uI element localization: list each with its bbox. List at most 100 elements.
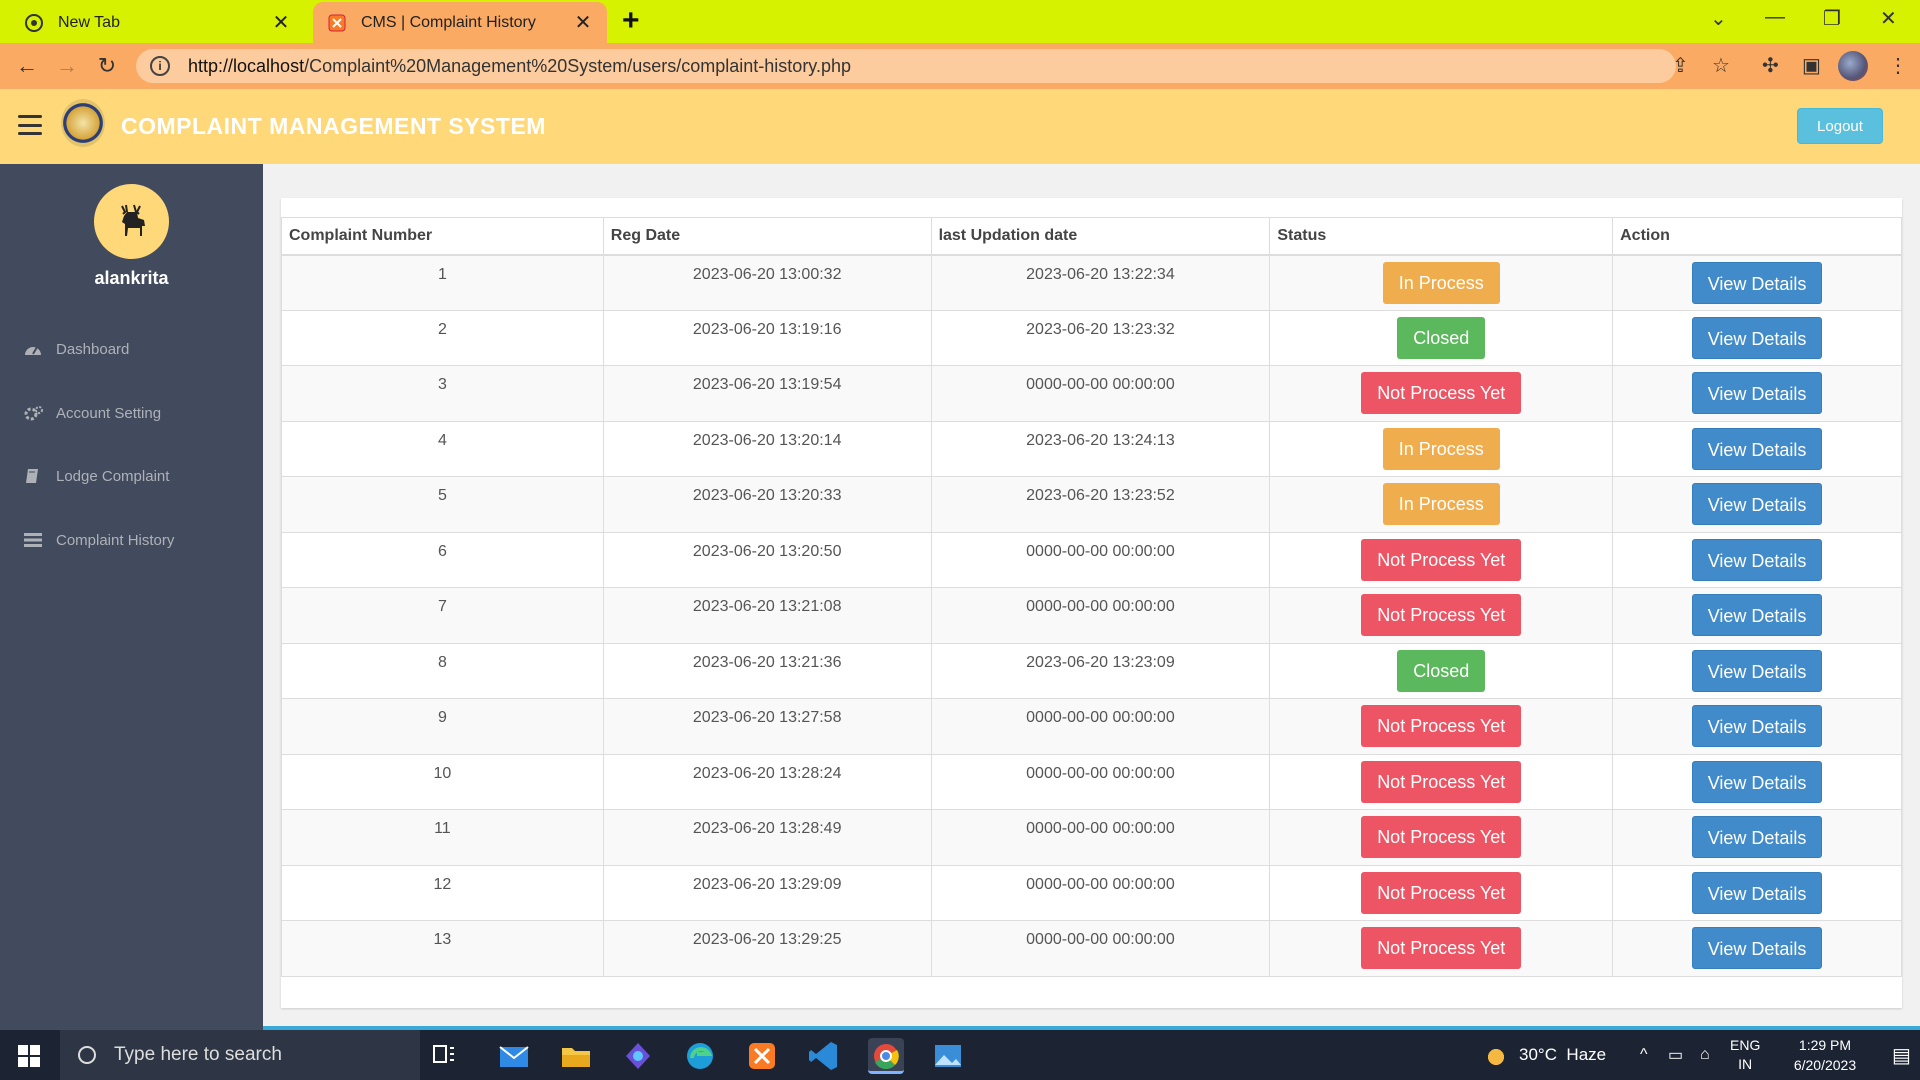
sidebar-item-account-setting[interactable]: Account Setting	[24, 398, 161, 428]
view-details-button[interactable]: View Details	[1691, 427, 1823, 470]
view-details-button[interactable]: View Details	[1691, 372, 1823, 415]
network-icon[interactable]: ⌂	[1700, 1030, 1710, 1080]
xampp-taskbar-icon[interactable]	[744, 1038, 780, 1074]
mail-icon[interactable]	[496, 1038, 532, 1074]
reg-date: 2023-06-20 13:21:08	[602, 587, 932, 644]
sidebar-item-label: Complaint History	[56, 531, 175, 549]
complaint-history-panel: Complaint Number Reg Date last Updation …	[281, 198, 1902, 1008]
view-details-button[interactable]: View Details	[1691, 705, 1823, 748]
last-updation-date: 0000-00-00 00:00:00	[930, 864, 1271, 921]
view-details-button[interactable]: View Details	[1691, 538, 1823, 581]
sidebar-toggle-icon[interactable]	[18, 115, 42, 135]
view-details-button[interactable]: View Details	[1691, 594, 1823, 637]
minimize-icon[interactable]: —	[1765, 6, 1785, 29]
site-info-icon[interactable]: i	[150, 56, 170, 76]
avatar	[94, 184, 169, 259]
back-arrow-icon[interactable]: ←	[14, 53, 40, 79]
close-icon[interactable]: ✕	[271, 10, 291, 35]
language-indicator[interactable]: ENG IN	[1730, 1030, 1760, 1080]
status-cell: Not Process Yet	[1269, 809, 1614, 866]
table-row: 5 2023-06-20 13:20:33 2023-06-20 13:23:52 I…	[281, 476, 1902, 533]
action-cell: View Details	[1612, 642, 1902, 699]
weather-text: 30°C Haze	[1519, 1045, 1607, 1064]
last-updation-date: 0000-00-00 00:00:00	[930, 365, 1271, 422]
window-close-icon[interactable]: ✕	[1880, 6, 1897, 31]
battery-icon[interactable]: ▭	[1668, 1030, 1683, 1080]
complaint-number: 1	[281, 254, 604, 311]
url-path: /Complaint%20Management%20System/users/c…	[304, 55, 852, 76]
last-updation-date: 0000-00-00 00:00:00	[930, 587, 1271, 644]
logout-button[interactable]: Logout	[1797, 108, 1883, 144]
complaint-number: 3	[281, 365, 604, 422]
browser-tab-strip: New Tab ✕ CMS | Complaint History ✕ + ⌄ …	[0, 0, 1920, 43]
edge-icon[interactable]	[682, 1038, 718, 1074]
taskbar-search-input[interactable]: Type here to search	[60, 1030, 420, 1080]
file-explorer-icon[interactable]	[558, 1038, 594, 1074]
extensions-puzzle-icon[interactable]: ✣	[1762, 53, 1779, 78]
forward-arrow-icon[interactable]: →	[54, 53, 80, 79]
region-code: IN	[1738, 1056, 1753, 1072]
last-updation-date: 0000-00-00 00:00:00	[930, 809, 1271, 866]
tab-complaint-history[interactable]: CMS | Complaint History ✕	[313, 2, 607, 43]
action-cell: View Details	[1612, 920, 1902, 977]
action-cell: View Details	[1612, 476, 1902, 533]
restore-icon[interactable]: ❐	[1823, 6, 1841, 31]
status-badge: Closed	[1397, 649, 1486, 692]
close-icon[interactable]: ✕	[573, 10, 593, 35]
view-details-button[interactable]: View Details	[1691, 316, 1823, 359]
column-header: Reg Date	[602, 217, 932, 256]
weather-widget[interactable]: 30°C Haze	[1483, 1030, 1606, 1080]
status-cell: Not Process Yet	[1269, 365, 1614, 422]
bookmark-star-icon[interactable]: ☆	[1712, 53, 1730, 78]
copilot-icon[interactable]	[620, 1038, 656, 1074]
view-details-button[interactable]: View Details	[1691, 649, 1823, 692]
address-bar[interactable]: i http://localhost/Complaint%20Managemen…	[136, 49, 1676, 83]
profile-avatar[interactable]	[1838, 51, 1868, 81]
reload-icon[interactable]: ↻	[94, 53, 120, 79]
side-panel-icon[interactable]: ▣	[1802, 53, 1821, 78]
column-header: last Updation date	[930, 217, 1271, 256]
photos-icon[interactable]	[930, 1038, 966, 1074]
action-cell: View Details	[1612, 753, 1902, 810]
view-details-button[interactable]: View Details	[1691, 871, 1823, 914]
new-tab-plus-icon[interactable]: +	[622, 6, 640, 36]
complaint-number: 7	[281, 587, 604, 644]
table-row: 12 2023-06-20 13:29:09 0000-00-00 00:00:00…	[281, 864, 1902, 921]
windows-start-icon[interactable]	[18, 1045, 40, 1067]
notifications-icon[interactable]: ▤	[1892, 1030, 1911, 1080]
view-details-button[interactable]: View Details	[1691, 927, 1823, 970]
action-cell: View Details	[1612, 864, 1902, 921]
tab-new-tab[interactable]: New Tab ✕	[10, 2, 305, 43]
clock[interactable]: 1:29 PM 6/20/2023	[1780, 1030, 1870, 1080]
sidebar-item-complaint-history[interactable]: Complaint History	[24, 525, 174, 555]
chrome-icon	[24, 13, 44, 33]
view-details-button[interactable]: View Details	[1691, 816, 1823, 859]
status-badge: In Process	[1382, 261, 1500, 304]
view-details-button[interactable]: View Details	[1691, 483, 1823, 526]
column-header: Complaint Number	[281, 217, 604, 256]
chrome-taskbar-icon[interactable]	[868, 1038, 904, 1074]
reg-date: 2023-06-20 13:28:24	[602, 753, 932, 810]
sidebar-item-lodge-complaint[interactable]: Lodge Complaint	[24, 461, 169, 491]
view-details-button[interactable]: View Details	[1691, 760, 1823, 803]
status-cell: Not Process Yet	[1269, 920, 1614, 977]
last-updation-date: 2023-06-20 13:23:52	[930, 476, 1271, 533]
reg-date: 2023-06-20 13:20:33	[602, 476, 932, 533]
task-view-icon[interactable]	[432, 1042, 472, 1078]
complaint-number: 12	[281, 864, 604, 921]
status-cell: Not Process Yet	[1269, 587, 1614, 644]
status-badge: Not Process Yet	[1361, 760, 1522, 803]
tab-search-chevron-icon[interactable]: ⌄	[1710, 6, 1727, 31]
browser-menu-icon[interactable]: ⋮	[1888, 53, 1908, 78]
sidebar: alankrita Dashboard Account Setting Lodg…	[0, 164, 263, 1030]
page-title: COMPLAINT MANAGEMENT SYSTEM	[121, 113, 546, 139]
sidebar-item-dashboard[interactable]: Dashboard	[24, 334, 129, 364]
show-hidden-icons-chevron-icon[interactable]: ^	[1640, 1030, 1648, 1080]
share-icon[interactable]: ⇪	[1672, 53, 1689, 78]
view-details-button[interactable]: View Details	[1691, 261, 1823, 304]
book-icon	[24, 468, 46, 484]
vscode-icon[interactable]	[806, 1038, 842, 1074]
action-cell: View Details	[1612, 365, 1902, 422]
complaint-number: 2	[281, 309, 604, 366]
complaint-number: 4	[281, 420, 604, 477]
